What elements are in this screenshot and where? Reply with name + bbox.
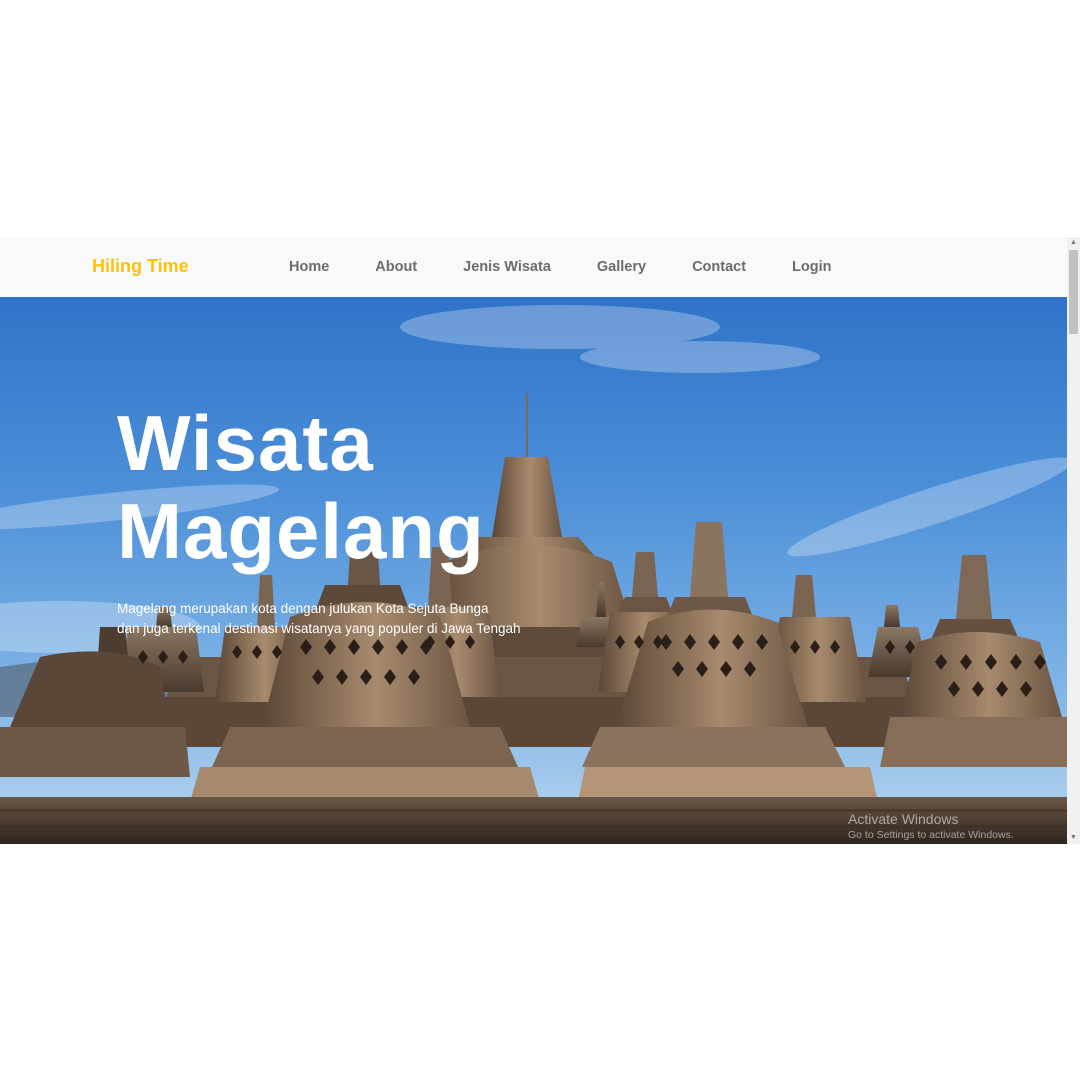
hero-title: Wisata Magelang	[117, 399, 637, 575]
activate-windows-subtitle: Go to Settings to activate Windows.	[848, 829, 1014, 841]
hero-title-line-1: Wisata	[117, 399, 374, 487]
scroll-down-arrow-icon[interactable]: ▼	[1067, 832, 1080, 844]
nav-item-about: About	[352, 237, 440, 297]
nav-item-home: Home	[266, 237, 352, 297]
hero-section: Wisata Magelang Magelang merupakan kota …	[0, 297, 1067, 844]
hero-description: Magelang merupakan kota dengan julukan K…	[117, 599, 637, 639]
nav-link-gallery[interactable]: Gallery	[574, 237, 669, 297]
scrollbar-thumb[interactable]	[1069, 250, 1078, 334]
activate-windows-title: Activate Windows	[848, 811, 959, 827]
nav-link-home[interactable]: Home	[266, 237, 352, 297]
page-scrollbar[interactable]: ▲ ▼	[1067, 237, 1080, 844]
nav-links: Home About Jenis Wisata Gallery Contact …	[266, 237, 855, 297]
navbar: Hiling Time Home About Jenis Wisata Gall…	[0, 237, 1067, 297]
brand-logo-link[interactable]: Hiling Time	[92, 256, 189, 277]
nav-item-login: Login	[769, 237, 854, 297]
nav-item-jenis-wisata: Jenis Wisata	[440, 237, 574, 297]
hero-description-line-2: dan juga terkenal destinasi wisatanya ya…	[117, 621, 521, 636]
hero-description-line-1: Magelang merupakan kota dengan julukan K…	[117, 601, 489, 616]
nav-link-contact[interactable]: Contact	[669, 237, 769, 297]
hero-title-line-2: Magelang	[117, 487, 485, 575]
activate-windows-watermark: Activate Windows Go to Settings to activ…	[848, 811, 1014, 841]
scroll-up-arrow-icon[interactable]: ▲	[1067, 237, 1080, 249]
nav-link-jenis-wisata[interactable]: Jenis Wisata	[440, 237, 574, 297]
nav-link-about[interactable]: About	[352, 237, 440, 297]
browser-viewport: Hiling Time Home About Jenis Wisata Gall…	[0, 237, 1080, 844]
nav-link-login[interactable]: Login	[769, 237, 854, 297]
nav-item-gallery: Gallery	[574, 237, 669, 297]
nav-item-contact: Contact	[669, 237, 769, 297]
